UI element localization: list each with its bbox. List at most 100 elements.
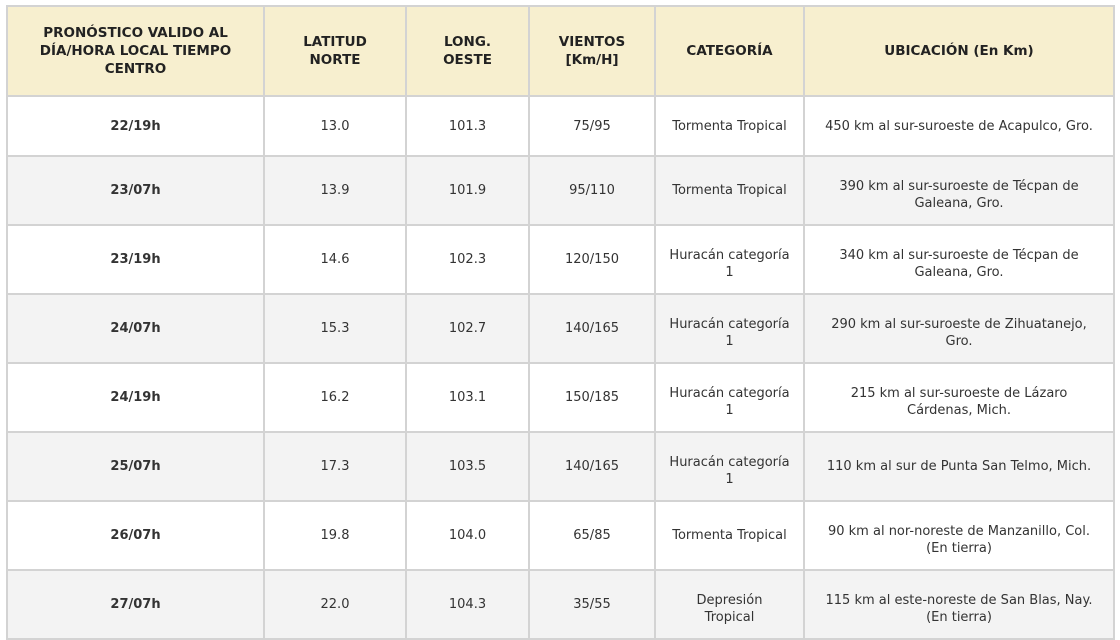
cell-location: 450 km al sur-suroeste de Acapulco, Gro.	[803, 95, 1115, 157]
cell-latitude: 13.0	[263, 95, 407, 157]
cell-latitude: 19.8	[263, 500, 407, 571]
cell-category-line: 1	[725, 403, 734, 418]
cell-longitude: 104.0	[405, 500, 530, 571]
cell-location-line: 340 km al sur-suroeste de Técpan de	[839, 248, 1079, 263]
cell-category: Huracán categoría 1	[654, 431, 805, 502]
table-body: 22/19h 13.0 101.3 75/95 Tormenta Tropical 450…	[6, 95, 1115, 640]
table-row: 26/07h 19.8 104.0 65/85 Tormenta Tropical 90 …	[6, 500, 1115, 571]
header-forecast-datetime-line: DÍA/HORA LOCAL TIEMPO	[39, 43, 232, 59]
cell-category-line: Depresión	[696, 593, 763, 608]
cell-category-line: Huracán categoría	[669, 455, 790, 470]
table-row: 27/07h 22.0 104.3 35/55 Depresión Tropical 115…	[6, 569, 1115, 640]
cell-category-line: 1	[725, 334, 734, 349]
cell-location: 110 km al sur de Punta San Telmo, Mich.	[803, 431, 1115, 502]
table-row: 22/19h 13.0 101.3 75/95 Tormenta Tropical 450…	[6, 95, 1115, 157]
cell-category: Huracán categoría 1	[654, 224, 805, 295]
header-latitude-line: NORTE	[309, 52, 361, 68]
cell-location: 340 km al sur-suroeste de Técpan de Galea…	[803, 224, 1115, 295]
cell-location: 390 km al sur-suroeste de Técpan de Galea…	[803, 155, 1115, 226]
header-forecast-datetime: PRONÓSTICO VALIDO AL DÍA/HORA LOCAL TIEMP…	[6, 5, 265, 97]
header-longitude: LONG. OESTE	[405, 5, 530, 97]
cell-forecast-datetime: 22/19h	[6, 95, 265, 157]
cell-winds: 140/165	[528, 431, 656, 502]
cell-location-line: Galeana, Gro.	[914, 265, 1004, 280]
table-header-row: PRONÓSTICO VALIDO AL DÍA/HORA LOCAL TIEMP…	[6, 5, 1115, 97]
cell-location-line: 90 km al nor-noreste de Manzanillo, Col.	[827, 524, 1091, 539]
cell-forecast-datetime: 27/07h	[6, 569, 265, 640]
cell-location-line: (En tierra)	[926, 610, 992, 625]
cell-category-line: 1	[725, 265, 734, 280]
cell-latitude: 15.3	[263, 293, 407, 364]
header-category: CATEGORÍA	[654, 5, 805, 97]
cell-location-line: Galeana, Gro.	[914, 196, 1004, 211]
cell-longitude: 101.9	[405, 155, 530, 226]
cell-forecast-datetime: 23/19h	[6, 224, 265, 295]
cell-location-line: 390 km al sur-suroeste de Técpan de	[839, 179, 1079, 194]
cell-category-line: Tropical	[704, 610, 755, 625]
cell-category: Huracán categoría 1	[654, 362, 805, 433]
cell-forecast-datetime: 24/07h	[6, 293, 265, 364]
cell-category: Tormenta Tropical	[654, 500, 805, 571]
cell-category: Tormenta Tropical	[654, 155, 805, 226]
cell-forecast-datetime: 26/07h	[6, 500, 265, 571]
cell-category-line: Huracán categoría	[669, 317, 790, 332]
forecast-page: PRONÓSTICO VALIDO AL DÍA/HORA LOCAL TIEMP…	[0, 0, 1120, 640]
forecast-table: PRONÓSTICO VALIDO AL DÍA/HORA LOCAL TIEMP…	[6, 5, 1115, 640]
header-forecast-datetime-line: PRONÓSTICO VALIDO AL	[43, 25, 228, 41]
cell-winds: 140/165	[528, 293, 656, 364]
cell-category-line: Tormenta Tropical	[672, 118, 787, 134]
cell-latitude: 22.0	[263, 569, 407, 640]
cell-location: 115 km al este-noreste de San Blas, Nay.…	[803, 569, 1115, 640]
cell-winds: 75/95	[528, 95, 656, 157]
cell-category: Huracán categoría 1	[654, 293, 805, 364]
cell-location-line: 290 km al sur-suroeste de Zihuatanejo,	[831, 317, 1087, 332]
cell-category: Tormenta Tropical	[654, 95, 805, 157]
cell-location-line: (En tierra)	[926, 541, 992, 556]
cell-location-line: 110 km al sur de Punta San Telmo, Mich.	[826, 459, 1092, 474]
cell-winds: 35/55	[528, 569, 656, 640]
cell-forecast-datetime: 25/07h	[6, 431, 265, 502]
table-row: 23/07h 13.9 101.9 95/110 Tormenta Tropical 39…	[6, 155, 1115, 226]
header-location-line: UBICACIÓN (En Km)	[884, 43, 1034, 59]
header-longitude-line: OESTE	[443, 52, 492, 68]
cell-category-line: Huracán categoría	[669, 248, 790, 263]
cell-longitude: 104.3	[405, 569, 530, 640]
cell-latitude: 16.2	[263, 362, 407, 433]
cell-latitude: 14.6	[263, 224, 407, 295]
cell-winds: 150/185	[528, 362, 656, 433]
cell-location-line: 115 km al este-noreste de San Blas, Nay.	[825, 593, 1093, 608]
header-location: UBICACIÓN (En Km)	[803, 5, 1115, 97]
cell-location: 90 km al nor-noreste de Manzanillo, Col.…	[803, 500, 1115, 571]
cell-latitude: 17.3	[263, 431, 407, 502]
header-winds-line: VIENTOS	[558, 34, 626, 50]
cell-location-line: 215 km al sur-suroeste de Lázaro	[850, 386, 1068, 401]
cell-category-line: 1	[725, 472, 734, 487]
cell-winds: 65/85	[528, 500, 656, 571]
header-category-line: CATEGORÍA	[686, 43, 773, 59]
cell-location-line: Gro.	[945, 334, 973, 349]
cell-longitude: 103.1	[405, 362, 530, 433]
header-latitude: LATITUD NORTE	[263, 5, 407, 97]
cell-location: 215 km al sur-suroeste de Lázaro Cárdenas…	[803, 362, 1115, 433]
table-row: 25/07h 17.3 103.5 140/165 Huracán categoría 1…	[6, 431, 1115, 502]
header-latitude-line: LATITUD	[303, 34, 367, 50]
header-longitude-line: LONG.	[443, 34, 492, 50]
header-winds-line: [Km/H]	[565, 52, 619, 68]
header-winds: VIENTOS [Km/H]	[528, 5, 656, 97]
cell-forecast-datetime: 23/07h	[6, 155, 265, 226]
cell-latitude: 13.9	[263, 155, 407, 226]
cell-forecast-datetime: 24/19h	[6, 362, 265, 433]
cell-longitude: 102.3	[405, 224, 530, 295]
header-forecast-datetime-line: CENTRO	[104, 61, 167, 77]
cell-location-line: Cárdenas, Mich.	[907, 403, 1011, 418]
cell-longitude: 102.7	[405, 293, 530, 364]
cell-winds: 120/150	[528, 224, 656, 295]
cell-category-line: Huracán categoría	[669, 386, 790, 401]
cell-longitude: 103.5	[405, 431, 530, 502]
table-row: 23/19h 14.6 102.3 120/150 Huracán categoría 1…	[6, 224, 1115, 295]
table-row: 24/19h 16.2 103.1 150/185 Huracán categoría 1…	[6, 362, 1115, 433]
cell-longitude: 101.3	[405, 95, 530, 157]
cell-location: 290 km al sur-suroeste de Zihuatanejo, Gr…	[803, 293, 1115, 364]
cell-category-line: Tormenta Tropical	[672, 183, 787, 198]
cell-location-line: 450 km al sur-suroeste de Acapulco, Gro.	[825, 118, 1093, 134]
